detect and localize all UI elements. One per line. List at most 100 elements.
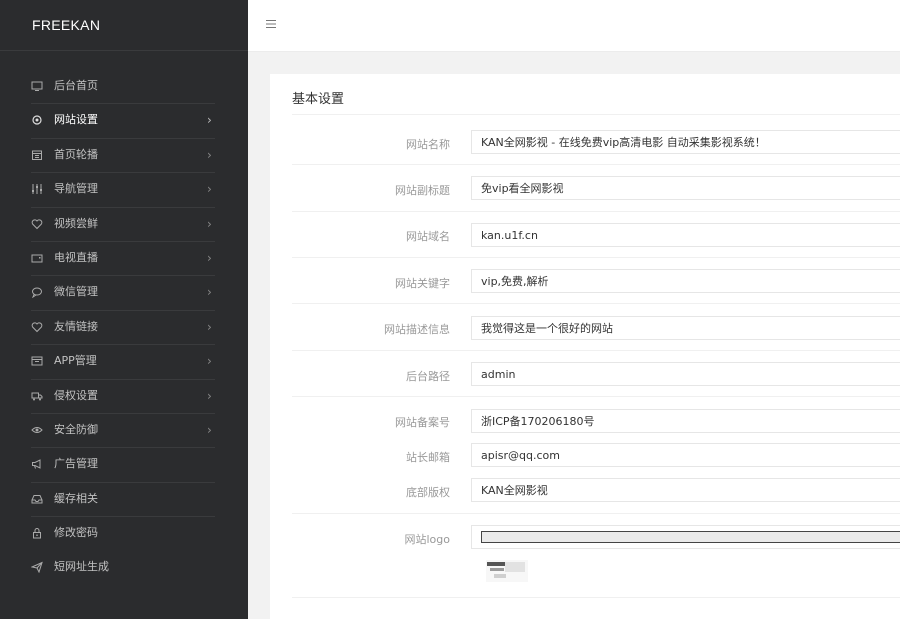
site-name-input[interactable]: [471, 130, 900, 154]
sidebar-item-label: 缓存相关: [54, 491, 98, 505]
nav-divider: [31, 206, 215, 208]
sidebar-item-label: 短网址生成: [54, 560, 109, 574]
site-description-input[interactable]: [471, 316, 900, 340]
nav-divider: [31, 413, 215, 414]
chevron-right-icon: ›: [207, 216, 212, 231]
sidebar-item[interactable]: 电视直播 ›: [0, 241, 248, 275]
sidebar-item-label: 友情链接: [54, 319, 98, 333]
nav-divider: [31, 103, 215, 105]
sidebar-nav: 后台首页 网站设置 › 首页轮播 › 导航管理 › 视频尝鲜 › 电视直播 › 微信管理 › 友情链接 › A…: [0, 69, 248, 585]
sidebar-item-label: 修改密码: [54, 526, 98, 540]
hamburger-icon[interactable]: [266, 16, 280, 32]
site-name-label: 网站名称: [406, 138, 450, 151]
chevron-right-icon: ›: [207, 113, 212, 128]
sidebar-item[interactable]: 侵权设置 ›: [0, 379, 248, 413]
sidebar-item[interactable]: APP管理 ›: [0, 344, 248, 378]
nav-divider: [31, 241, 215, 242]
nav-divider: [31, 344, 215, 346]
row-divider: [292, 513, 900, 514]
settings-card: 基本设置 网站名称 网站副标题 网站域名 网站关键字 网站描述信息 后台路径 网…: [270, 74, 900, 619]
row-divider: [292, 164, 900, 165]
nav-divider: [31, 309, 215, 311]
sidebar-item-label: 广告管理: [54, 457, 98, 471]
row-divider: [292, 211, 900, 212]
sidebar-item[interactable]: 修改密码: [0, 516, 248, 550]
chevron-right-icon: ›: [207, 182, 212, 197]
sidebar-item-label: 安全防御: [54, 422, 98, 436]
nav-divider: [31, 378, 215, 380]
site-keywords-label: 网站关键字: [395, 277, 450, 290]
site-subtitle-input[interactable]: [471, 176, 900, 200]
row-divider: [292, 303, 900, 304]
admin-path-label: 后台路径: [406, 370, 450, 383]
nav-divider: [31, 172, 215, 174]
sidebar-item[interactable]: 视频尝鲜 ›: [0, 207, 248, 241]
tv-icon: [31, 252, 43, 264]
row-divider: [292, 257, 900, 258]
sidebar-item[interactable]: 首页轮播 ›: [0, 138, 248, 172]
lock-icon: [31, 527, 43, 539]
gear-icon: [31, 114, 43, 126]
row-divider: [292, 396, 900, 397]
truck-icon: [31, 390, 43, 402]
sidebar-item[interactable]: 广告管理: [0, 447, 248, 481]
sidebar-item[interactable]: 安全防御 ›: [0, 413, 248, 447]
sidebar-item-label: 后台首页: [54, 79, 98, 92]
heart-icon: [31, 218, 43, 230]
file-input-box[interactable]: [481, 531, 900, 543]
admin-email-input[interactable]: [471, 443, 900, 467]
sidebar-item[interactable]: 缓存相关: [0, 482, 248, 516]
sidebar-item[interactable]: 网站设置 ›: [0, 103, 248, 137]
sidebar: FREEKAN 后台首页 网站设置 › 首页轮播 › 导航管理 › 视频尝鲜 › 电视直播 › 微信管…: [0, 0, 248, 619]
site-domain-input[interactable]: [471, 223, 900, 247]
chevron-right-icon: ›: [207, 319, 212, 334]
nav-divider: [31, 275, 215, 277]
row-divider: [292, 597, 900, 598]
icp-number-label: 网站备案号: [395, 416, 450, 429]
nav-divider: [31, 516, 215, 518]
heart-icon: [31, 321, 43, 333]
site-logo-file-input[interactable]: [471, 525, 900, 549]
send-icon: [31, 561, 43, 574]
chevron-right-icon: ›: [207, 285, 212, 300]
app-logo[interactable]: FREEKAN: [0, 0, 248, 51]
monitor-icon: [31, 80, 43, 92]
site-keywords-input[interactable]: [471, 269, 900, 293]
top-bar: [248, 0, 900, 52]
chevron-right-icon: ›: [207, 250, 212, 265]
sidebar-item[interactable]: 导航管理 ›: [0, 172, 248, 206]
calendar-icon: [31, 149, 43, 161]
footer-copyright-input[interactable]: [471, 478, 900, 502]
nav-divider: [31, 481, 215, 483]
sidebar-item-label: 侵权设置: [54, 388, 98, 402]
site-logo-label: 网站logo: [404, 533, 451, 546]
chevron-right-icon: ›: [207, 354, 212, 369]
app-icon: [31, 355, 43, 367]
sidebar-item-label: APP管理: [54, 354, 97, 368]
sidebar-item[interactable]: 短网址生成: [0, 550, 248, 584]
megaphone-icon: [31, 458, 43, 470]
card-title: 基本设置: [292, 92, 345, 107]
site-description-label: 网站描述信息: [384, 323, 450, 336]
admin-email-label: 站长邮箱: [406, 451, 450, 464]
inbox-icon: [31, 493, 43, 505]
icp-number-input[interactable]: [471, 409, 900, 433]
nav-divider: [31, 447, 215, 449]
card-title-divider: [292, 114, 900, 115]
admin-path-input[interactable]: [471, 362, 900, 386]
chevron-right-icon: ›: [207, 422, 212, 437]
sidebar-item[interactable]: 后台首页: [0, 69, 248, 103]
sidebar-item-label: 首页轮播: [54, 147, 98, 161]
eye-icon: [31, 424, 43, 436]
sidebar-item-label: 电视直播: [54, 250, 98, 264]
chat-icon: [31, 286, 43, 299]
sliders-icon: [31, 183, 43, 195]
sidebar-item-label: 网站设置: [54, 113, 98, 127]
footer-copyright-label: 底部版权: [406, 486, 450, 499]
sidebar-item[interactable]: 微信管理 ›: [0, 275, 248, 309]
sidebar-item-label: 导航管理: [54, 182, 98, 196]
sidebar-item[interactable]: 友情链接 ›: [0, 310, 248, 344]
nav-divider: [31, 137, 215, 139]
chevron-right-icon: ›: [207, 388, 212, 403]
sidebar-item-label: 视频尝鲜: [54, 216, 98, 230]
